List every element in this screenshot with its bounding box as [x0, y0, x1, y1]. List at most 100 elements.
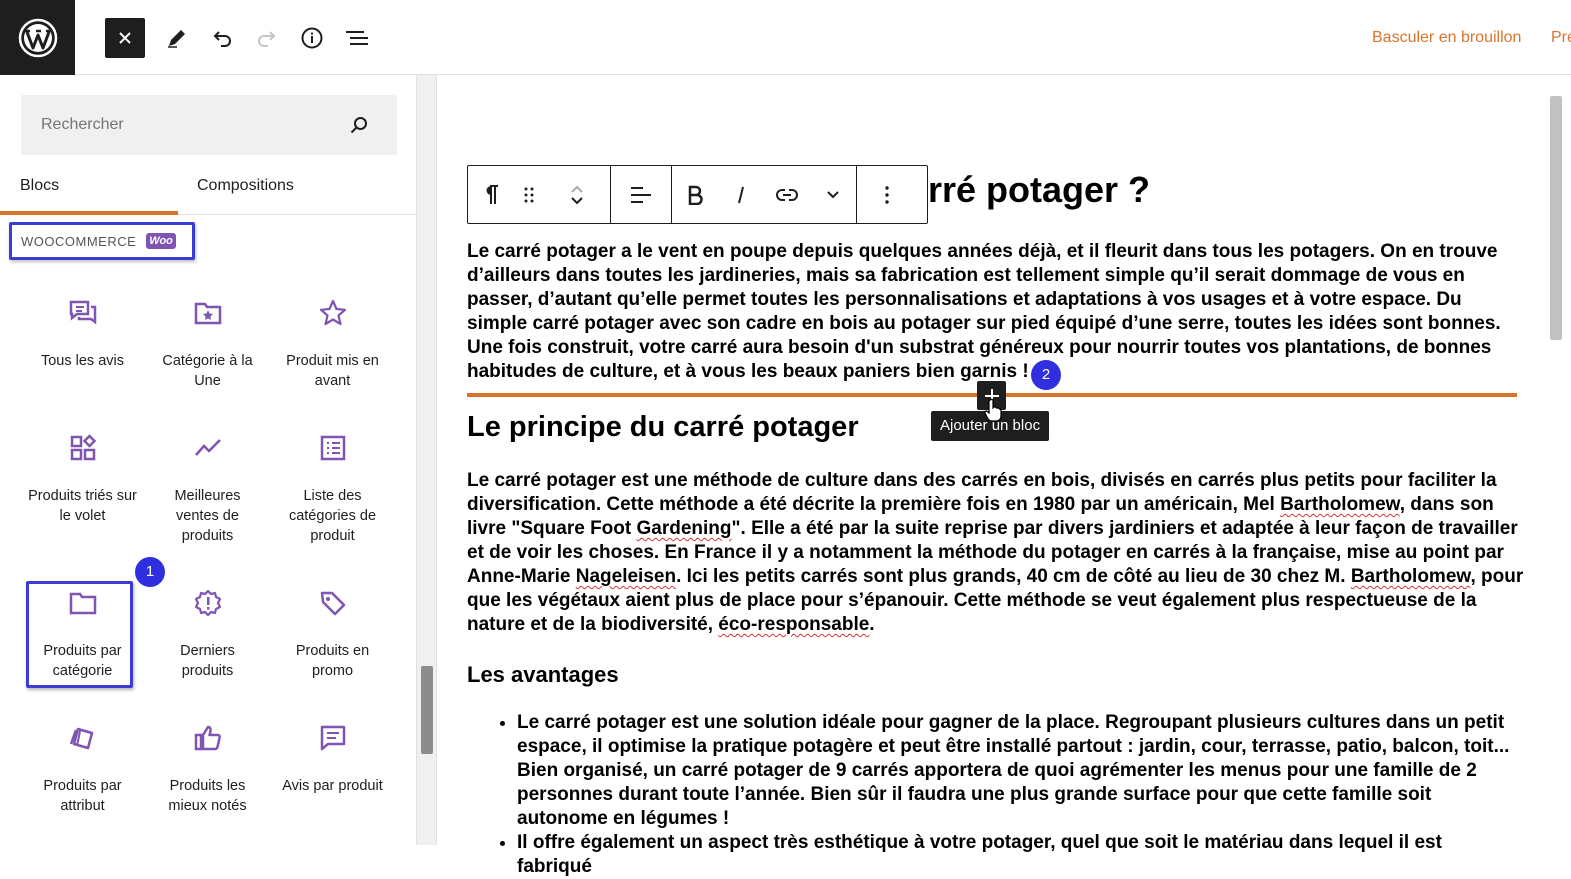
- star-icon: [319, 299, 346, 326]
- woo-logo-icon: Woo: [146, 233, 176, 249]
- inserter-tabs: Blocs Compositions: [0, 165, 416, 215]
- hand-picked-products-icon: [70, 434, 96, 461]
- text-run: .: [869, 614, 875, 635]
- link-button[interactable]: [764, 166, 810, 223]
- bold-icon: [688, 185, 703, 205]
- tools-button[interactable]: [157, 18, 197, 58]
- wordpress-logo-button[interactable]: [0, 0, 75, 75]
- search-input[interactable]: [21, 95, 341, 155]
- move-buttons: [544, 166, 610, 223]
- block-label: Meilleures ventes de produits: [174, 488, 241, 544]
- featured-category-icon: [194, 302, 221, 325]
- category-label: WOOCOMMERCE: [21, 233, 137, 249]
- tab-blocks[interactable]: Blocs: [0, 165, 178, 215]
- editor-header: Basculer en brouillon Prévisualiser: [0, 0, 1571, 75]
- block-product-categories-list[interactable]: Liste des catégories de produit: [270, 428, 395, 546]
- options-group: [857, 166, 917, 223]
- block-inserter-panel: Blocs Compositions WOOCOMMERCE Woo Tous …: [0, 75, 417, 845]
- more-formats-button[interactable]: [810, 166, 856, 223]
- preview-button[interactable]: Prévisualiser: [1551, 29, 1571, 47]
- info-icon: [301, 27, 323, 49]
- close-icon: [119, 32, 131, 44]
- bold-button[interactable]: [672, 166, 718, 223]
- sidebar-scrollbar-thumb[interactable]: [421, 666, 433, 754]
- pilcrow-icon: [486, 184, 498, 204]
- chevron-down-icon[interactable]: [569, 195, 585, 207]
- undo-icon: [213, 31, 231, 47]
- step-badge-1: 1: [135, 557, 165, 587]
- step-badge-2: 2: [1031, 360, 1061, 390]
- format-group: [672, 166, 857, 223]
- align-left-icon: [631, 186, 651, 203]
- block-options-button[interactable]: [857, 166, 917, 223]
- text-run: . Ici les petits carrés sont plus grands…: [676, 566, 1351, 587]
- list-item[interactable]: Il offre également un aspect très esthét…: [517, 831, 1517, 879]
- block-toolbar: [467, 165, 928, 224]
- list-item[interactable]: Le carré potager est une solution idéale…: [517, 711, 1517, 831]
- tab-compositions[interactable]: Compositions: [178, 165, 356, 215]
- block-label: Liste des catégories de produit: [288, 488, 377, 544]
- italic-button[interactable]: [718, 166, 764, 223]
- principe-heading[interactable]: Le principe du carré potager: [467, 407, 1527, 447]
- block-hand-picked-products[interactable]: Produits triés sur le volet: [20, 428, 145, 526]
- align-button[interactable]: [611, 166, 671, 223]
- paragraph-block-button[interactable]: [468, 166, 514, 223]
- drag-handle[interactable]: [514, 166, 544, 223]
- tag-icon: [320, 591, 345, 616]
- block-label: Catégorie à la Une: [162, 353, 253, 389]
- principe-paragraph[interactable]: Le carré potager est une méthode de cult…: [467, 469, 1527, 637]
- trending-icon: [194, 439, 221, 456]
- spellcheck-word: Gardening: [636, 518, 732, 539]
- block-label: Produits les mieux notés: [168, 778, 247, 814]
- redo-icon: [258, 31, 276, 47]
- details-button[interactable]: [292, 18, 332, 58]
- attribute-icon: [69, 727, 93, 750]
- spellcheck-word: Nageleisen: [575, 566, 677, 587]
- block-reviews-by-product[interactable]: Avis par produit: [270, 718, 395, 796]
- block-switcher-group: [468, 166, 611, 223]
- chevron-up-icon[interactable]: [569, 183, 585, 195]
- block-featured-category[interactable]: Catégorie à la Une: [145, 293, 270, 391]
- block-label: Produits par attribut: [43, 778, 122, 814]
- new-products-icon: [194, 589, 221, 617]
- more-vertical-icon: [885, 185, 889, 204]
- spellcheck-word: Bartholomew: [1350, 566, 1471, 587]
- product-reviews-icon: [320, 725, 345, 751]
- redo-button[interactable]: [247, 18, 287, 58]
- avantages-list[interactable]: Le carré potager est une solution idéale…: [517, 711, 1517, 879]
- undo-button[interactable]: [202, 18, 242, 58]
- editor-scrollbar-thumb[interactable]: [1550, 96, 1562, 340]
- block-top-rated-products[interactable]: Produits les mieux notés: [145, 718, 270, 816]
- block-label: Produit mis en avant: [286, 353, 379, 389]
- block-best-selling-products[interactable]: Meilleures ventes de produits: [145, 428, 270, 546]
- woocommerce-category-header: WOOCOMMERCE Woo: [9, 222, 195, 260]
- block-label: Produits triés sur le volet: [28, 488, 137, 524]
- inserter-search: [21, 95, 397, 155]
- block-label: Produits en promo: [295, 643, 370, 679]
- alignment-group: [611, 166, 672, 223]
- block-newest-products[interactable]: Derniers produits: [145, 583, 270, 681]
- spellcheck-word: Bartholomew: [1280, 494, 1400, 515]
- avantages-heading[interactable]: Les avantages: [467, 660, 1527, 690]
- spellcheck-word: éco-responsable: [718, 614, 870, 635]
- block-label: Tous les avis: [40, 353, 124, 369]
- category-list-icon: [320, 435, 345, 461]
- title-text: rré potager ?: [928, 169, 1151, 210]
- link-icon: [776, 188, 798, 201]
- chevron-down-icon: [827, 190, 839, 198]
- block-label: Derniers produits: [180, 643, 235, 679]
- block-featured-product[interactable]: Produit mis en avant: [270, 293, 395, 391]
- drag-icon: [524, 187, 534, 202]
- list-view-icon: [346, 31, 368, 45]
- list-view-button[interactable]: [337, 18, 377, 58]
- block-products-by-attribute[interactable]: Produits par attribut: [20, 718, 145, 816]
- highlight-frame: [26, 581, 133, 688]
- search-icon: [350, 117, 367, 134]
- block-label: Avis par produit: [282, 778, 383, 794]
- reviews-icon: [69, 300, 96, 325]
- block-on-sale-products[interactable]: Produits en promo: [270, 583, 395, 681]
- intro-paragraph[interactable]: Le carré potager a le vent en poupe depu…: [467, 240, 1527, 384]
- close-inserter-button[interactable]: [105, 18, 145, 58]
- switch-to-draft-button[interactable]: Basculer en brouillon: [1372, 29, 1521, 47]
- block-all-reviews[interactable]: Tous les avis: [20, 293, 145, 371]
